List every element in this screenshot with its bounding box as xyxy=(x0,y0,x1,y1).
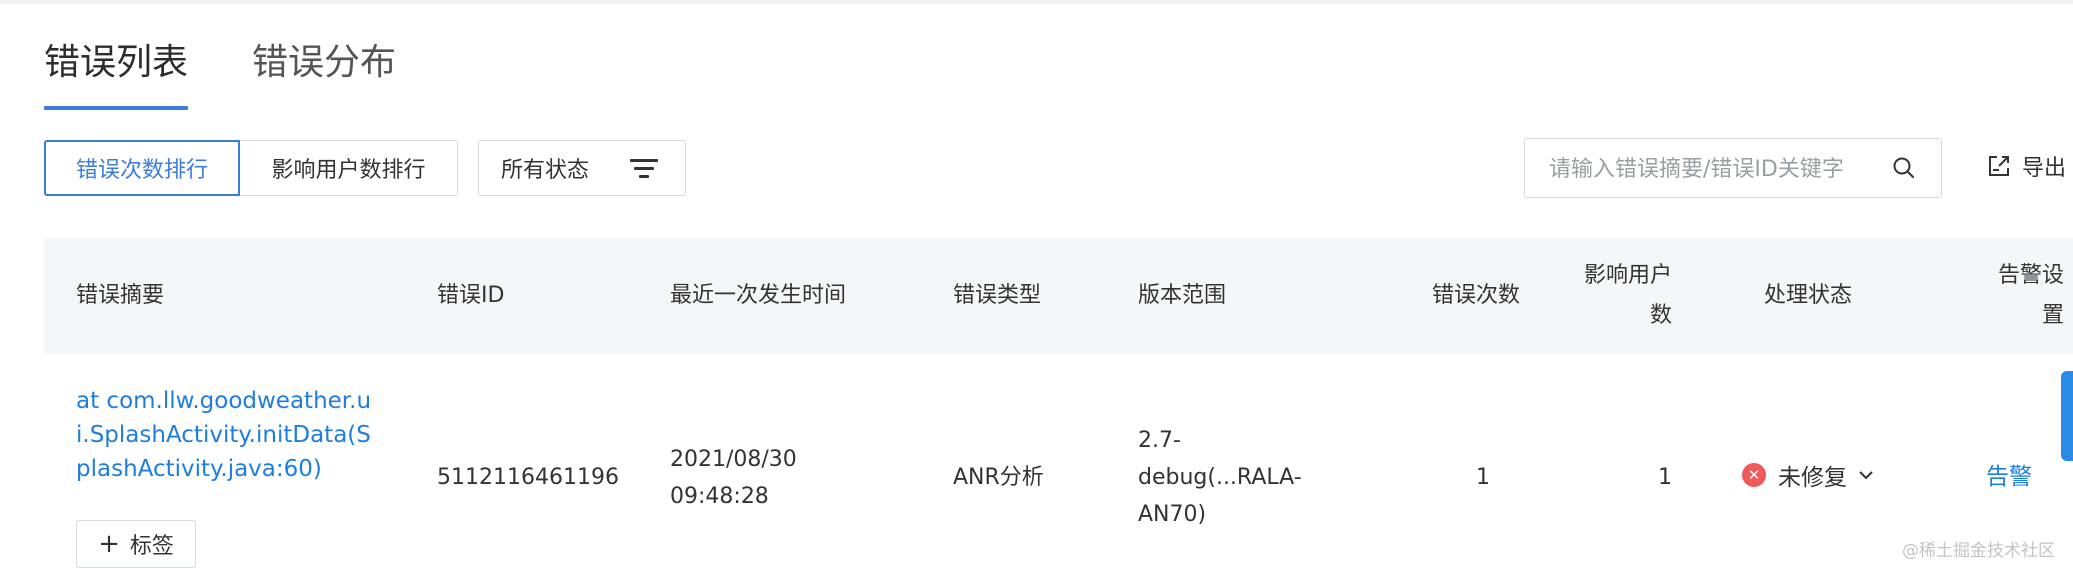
col-header-error-count[interactable]: 错误次数 xyxy=(1374,276,1520,316)
status-filter-dropdown[interactable]: 所有状态 xyxy=(478,140,686,196)
export-button[interactable]: 导出 xyxy=(1986,150,2066,182)
alarm-settings-link[interactable]: 告警 xyxy=(1986,460,2032,494)
chevron-down-icon xyxy=(1859,471,1873,480)
col-header-last-time: 最近一次发生时间 xyxy=(670,283,847,308)
version-range-line3: AN70) xyxy=(1138,502,1207,527)
search-icon[interactable] xyxy=(1891,155,1917,181)
version-range-line2: debug(...RALA- xyxy=(1138,465,1302,490)
col-header-affected-users[interactable]: 影响用户 xyxy=(1530,256,1672,296)
top-divider xyxy=(0,0,2073,4)
status-label: 未修复 xyxy=(1778,465,1847,491)
last-time-clock: 09:48:28 xyxy=(670,484,769,509)
tab-error-list[interactable]: 错误列表 xyxy=(44,38,188,88)
col-header-error-type: 错误类型 xyxy=(953,283,1042,308)
error-summary-link[interactable]: at com.llw.goodweather.ui.SplashActivity… xyxy=(76,384,376,486)
sort-by-error-count-button[interactable]: 错误次数排行 xyxy=(44,140,240,196)
last-time-date: 2021/08/30 xyxy=(670,447,797,472)
add-tag-button[interactable]: + 标签 xyxy=(76,520,196,568)
col-header-version-range: 版本范围 xyxy=(1138,283,1227,308)
search-input[interactable] xyxy=(1547,151,1891,187)
watermark: @稀土掘金技术社区 xyxy=(1902,541,2055,561)
col-header-summary: 错误摘要 xyxy=(76,283,165,308)
table-header: 错误摘要 错误ID 最近一次发生时间 错误类型 版本范围 错误次数 影响用户 数… xyxy=(44,238,2073,354)
version-range-line1: 2.7- xyxy=(1138,428,1181,453)
sort-segmented-control: 错误次数排行 影响用户数排行 xyxy=(44,140,458,196)
col-header-status: 处理状态 xyxy=(1764,283,1853,308)
scrollbar-thumb[interactable] xyxy=(2061,371,2073,461)
export-label: 导出 xyxy=(2022,156,2067,181)
error-id-cell: 5112116461196 xyxy=(437,465,619,490)
error-status-icon: ✕ xyxy=(1742,463,1766,487)
col-header-alarm: 告警设 xyxy=(1997,263,2064,288)
filter-icon xyxy=(629,159,659,179)
col-header-error-id: 错误ID xyxy=(437,283,505,308)
col-header-alarm-wrap: 置 xyxy=(2041,303,2064,328)
error-count-cell: 1 xyxy=(1476,465,1490,490)
col-header-affected-users-wrap: 数 xyxy=(1649,303,1672,328)
status-dropdown[interactable]: ✕ 未修复 xyxy=(1742,458,1875,492)
status-filter-label: 所有状态 xyxy=(501,158,590,183)
tab-error-distribution[interactable]: 错误分布 xyxy=(252,38,396,88)
error-type-cell: ANR分析 xyxy=(953,465,1044,490)
sort-by-affected-users-button[interactable]: 影响用户数排行 xyxy=(240,140,458,196)
plus-icon: + xyxy=(98,529,120,559)
export-icon xyxy=(1989,156,2009,176)
active-tab-indicator xyxy=(44,106,188,110)
affected-users-cell: 1 xyxy=(1658,465,1672,490)
add-tag-label: 标签 xyxy=(129,534,174,559)
search-box xyxy=(1524,138,1942,198)
